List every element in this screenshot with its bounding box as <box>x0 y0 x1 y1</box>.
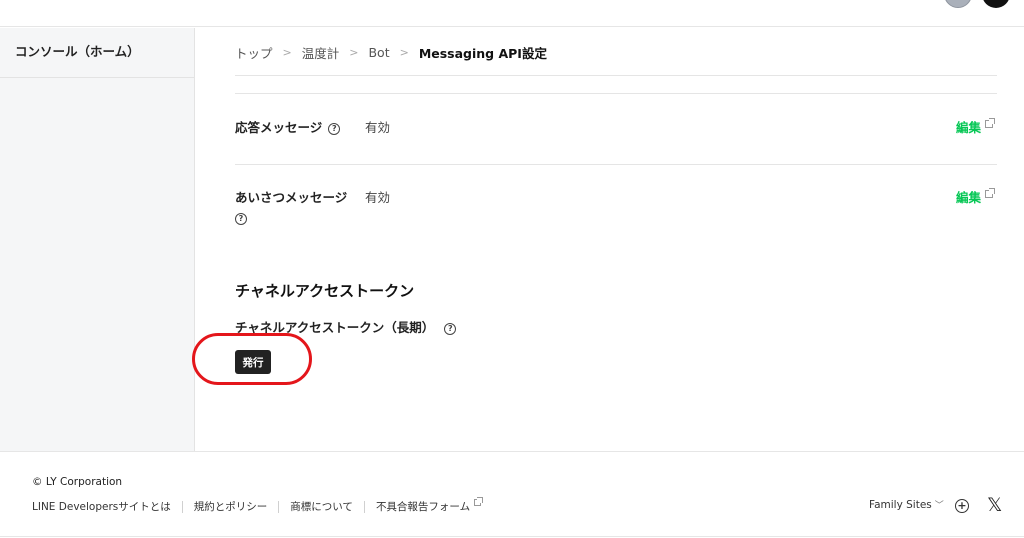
divider <box>235 164 997 165</box>
divider <box>235 93 997 94</box>
sidebar-item-console-home[interactable]: コンソール（ホーム） <box>0 28 194 78</box>
breadcrumb-channel[interactable]: Bot <box>368 45 389 60</box>
help-icon[interactable]: ? <box>328 122 341 135</box>
breadcrumb-separator: > <box>282 45 292 59</box>
breadcrumb-separator: > <box>399 45 409 59</box>
footer-divider <box>278 500 280 513</box>
chevron-down-icon: ﹀ <box>934 501 944 511</box>
auto-reply-edit-link[interactable]: 編集 <box>955 118 995 138</box>
line-add-friend-icon[interactable]: + <box>955 499 969 513</box>
breadcrumb-current: Messaging API設定 <box>418 45 547 61</box>
auto-reply-value: 有効 <box>365 120 391 135</box>
footer-divider <box>363 500 365 513</box>
edit-link-label: 編集 <box>955 120 981 135</box>
highlight-annotation <box>192 333 312 385</box>
footer-link-trademarks[interactable]: 商標について <box>290 499 353 514</box>
external-link-icon <box>985 188 995 198</box>
breadcrumb: トップ > 温度計 > Bot > Messaging API設定 <box>235 43 547 62</box>
sidebar: コンソール（ホーム） <box>0 28 195 451</box>
greeting-value: 有効 <box>365 190 391 205</box>
footer: © LY Corporation LINE Developersサイトとは 規約… <box>0 451 1024 538</box>
avatar[interactable] <box>944 0 972 8</box>
footer-links: LINE Developersサイトとは 規約とポリシー 商標について 不具合報… <box>32 497 484 514</box>
x-social-icon[interactable]: 𝕏 <box>987 494 1002 516</box>
help-icon[interactable]: ? <box>444 322 457 335</box>
top-header <box>0 0 1024 27</box>
footer-divider <box>181 500 183 513</box>
family-sites-dropdown[interactable]: Family Sites ﹀ <box>869 498 944 511</box>
page: コンソール（ホーム） トップ > 温度計 > Bot > Messaging A… <box>0 0 1024 538</box>
breadcrumb-separator: > <box>349 45 359 59</box>
main-content: トップ > 温度計 > Bot > Messaging API設定 応答メッセー… <box>235 28 997 451</box>
greeting-label-text: あいさつメッセージ <box>235 190 348 205</box>
edit-link-label: 編集 <box>955 190 981 205</box>
external-link-icon <box>474 497 484 506</box>
footer-link-about[interactable]: LINE Developersサイトとは <box>32 499 171 514</box>
account-icon[interactable] <box>982 0 1010 8</box>
family-sites-label: Family Sites <box>869 499 932 511</box>
divider <box>235 75 997 76</box>
external-link-icon <box>985 118 995 128</box>
breadcrumb-provider[interactable]: 温度計 <box>302 43 340 62</box>
help-icon[interactable]: ? <box>235 212 247 225</box>
auto-reply-label: 応答メッセージ? <box>235 118 341 138</box>
breadcrumb-top[interactable]: トップ <box>235 43 273 62</box>
footer-link-bug-report[interactable]: 不具合報告フォーム <box>375 497 484 514</box>
divider <box>0 536 1024 537</box>
auto-reply-label-text: 応答メッセージ <box>235 120 323 135</box>
copyright: © LY Corporation <box>32 476 123 488</box>
greeting-label: あいさつメッセージ ? <box>235 188 355 228</box>
footer-link-terms[interactable]: 規約とポリシー <box>194 499 268 514</box>
bug-report-label: 不具合報告フォーム <box>375 501 471 513</box>
greeting-edit-link[interactable]: 編集 <box>955 188 995 208</box>
token-section-title: チャネルアクセストークン <box>235 282 415 300</box>
